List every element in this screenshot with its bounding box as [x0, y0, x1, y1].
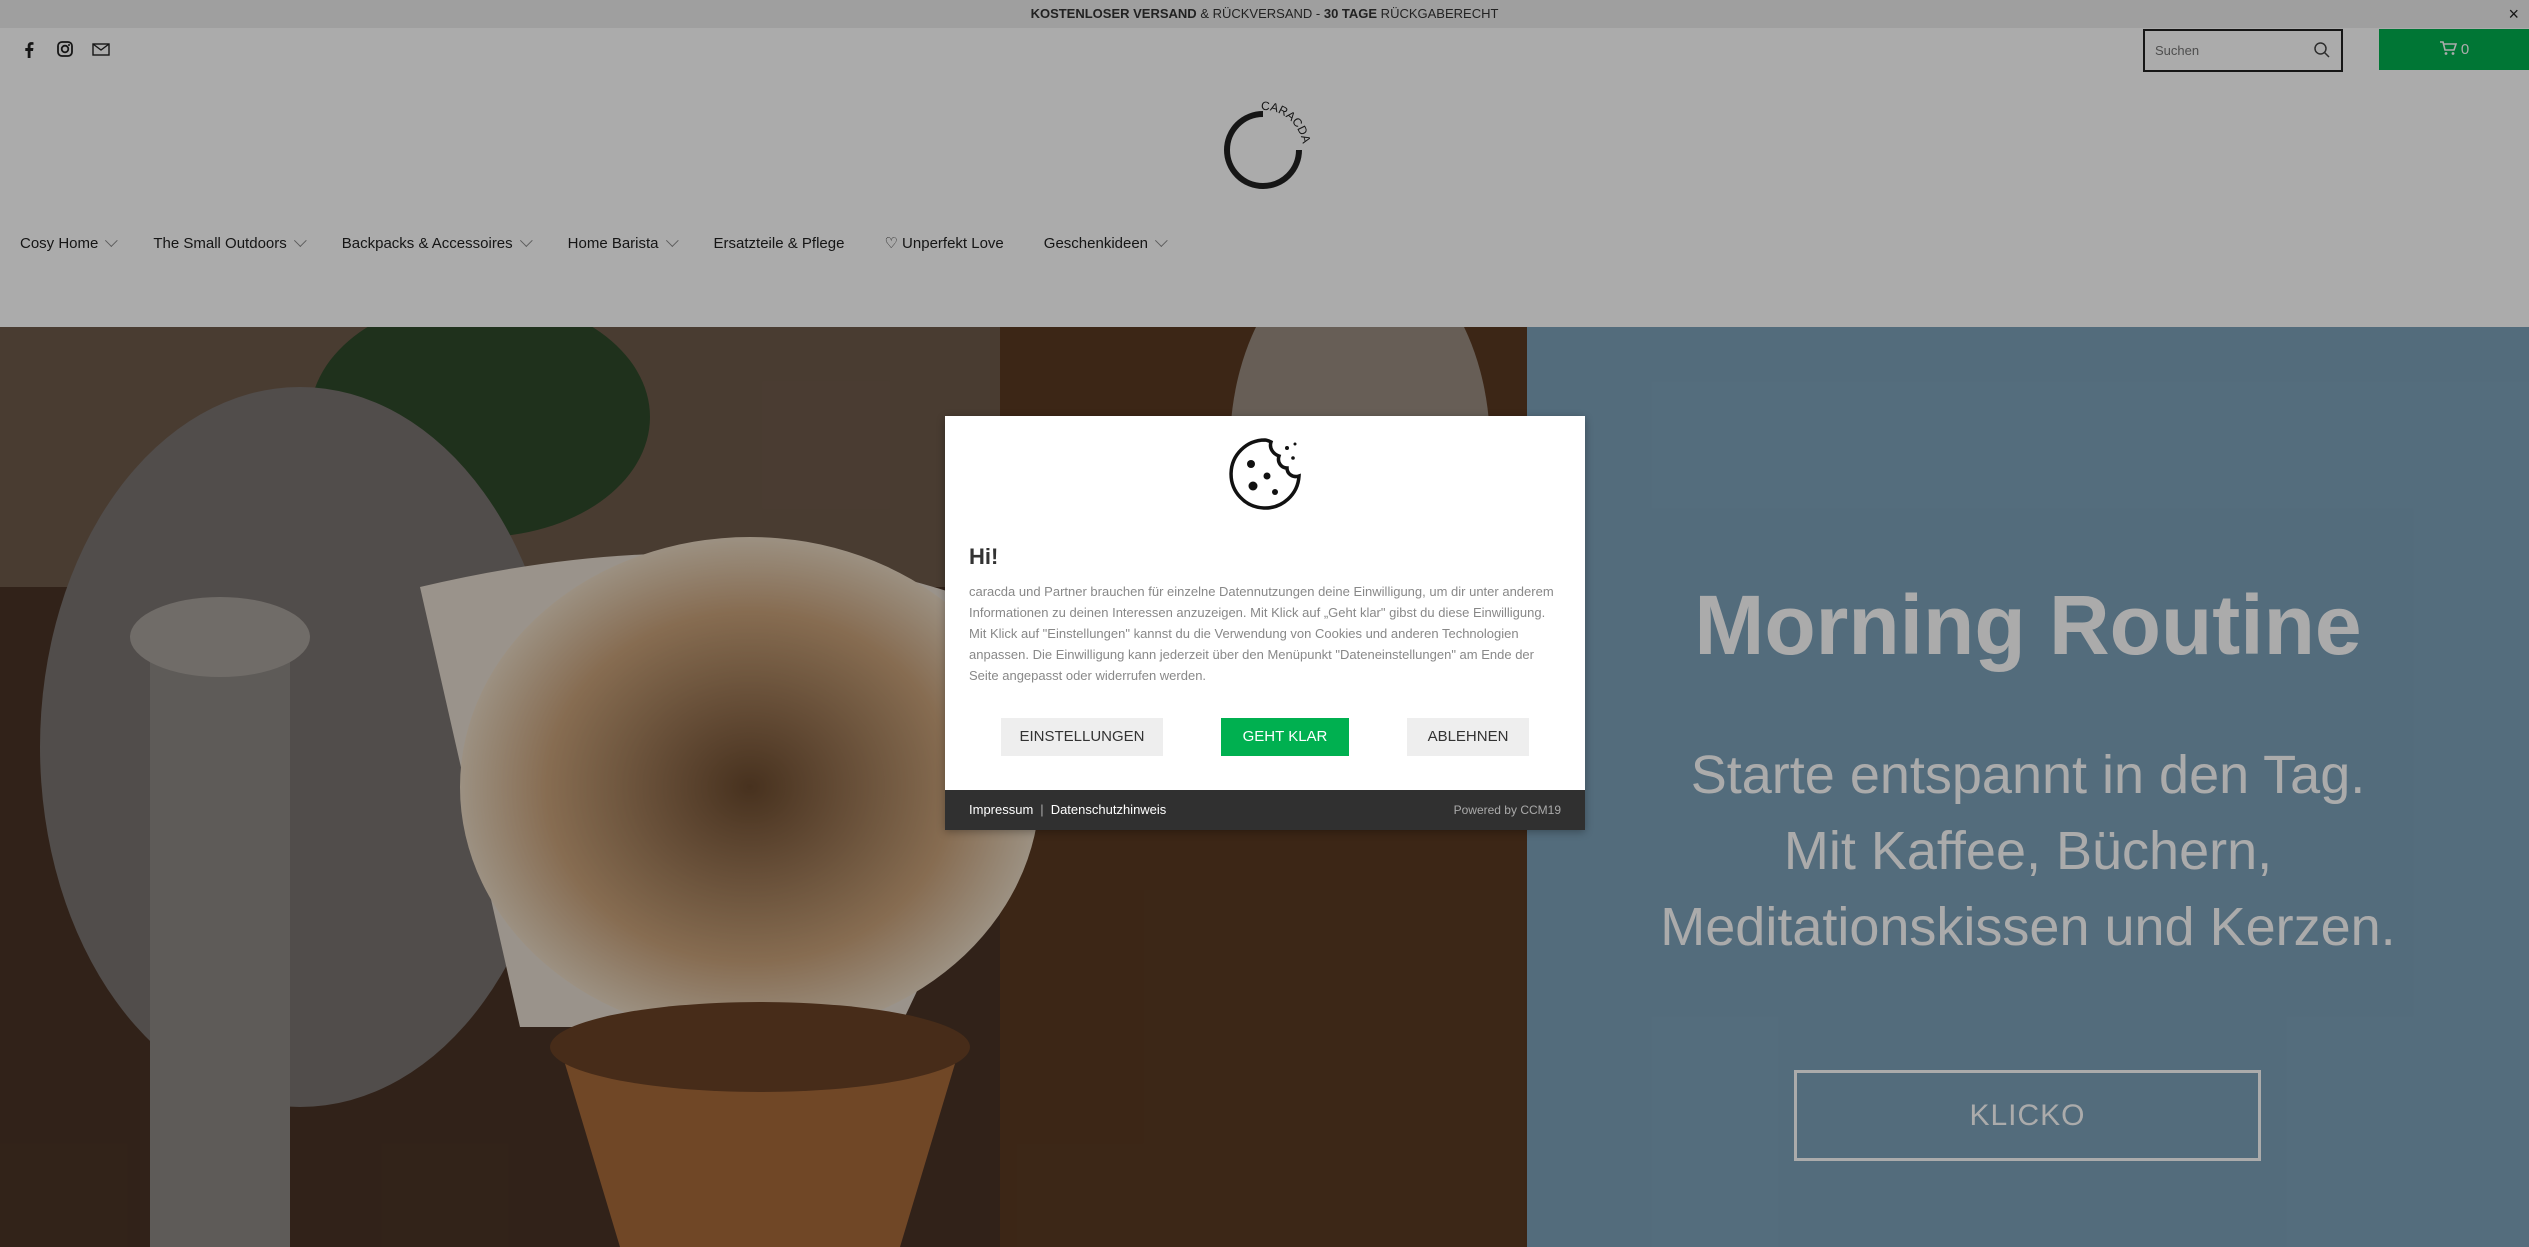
- cookie-icon: [1227, 436, 1303, 512]
- dialog-body-text: caracda und Partner brauchen für einzeln…: [969, 584, 1554, 683]
- datenschutz-link[interactable]: Datenschutzhinweis: [1051, 802, 1167, 817]
- decline-button[interactable]: ABLEHNEN: [1407, 718, 1529, 756]
- impressum-link[interactable]: Impressum: [969, 802, 1033, 817]
- footer-separator: |: [1040, 802, 1044, 817]
- cookie-consent-dialog: Hi! caracda und Partner brauchen für ein…: [945, 416, 1585, 830]
- settings-button[interactable]: EINSTELLUNGEN: [1001, 718, 1163, 756]
- dialog-title: Hi!: [969, 544, 999, 569]
- accept-button[interactable]: GEHT KLAR: [1221, 718, 1349, 756]
- footer-links: Impressum | Datenschutzhinweis: [969, 790, 1166, 830]
- dialog-footer: Impressum | Datenschutzhinweis Powered by …: [945, 790, 1585, 830]
- powered-by[interactable]: Powered by CCM19: [1454, 790, 1561, 830]
